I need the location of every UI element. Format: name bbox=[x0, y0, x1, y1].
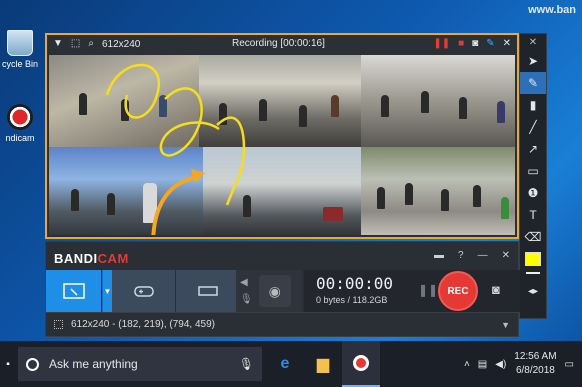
numbering-icon[interactable]: ❶ bbox=[520, 182, 546, 204]
menu-down-icon[interactable]: ▼ bbox=[53, 39, 63, 49]
cursor-icon[interactable]: ➤ bbox=[520, 50, 546, 72]
pause-icon[interactable]: ❚❚ bbox=[418, 283, 438, 297]
snapshot-icon[interactable]: ◙ bbox=[492, 282, 500, 297]
hdmi-icon bbox=[197, 286, 218, 296]
capture-size-label[interactable]: 612x240 bbox=[102, 39, 140, 50]
file-size-info: 0 bytes / 118.2GB bbox=[316, 295, 388, 305]
recording-timer: 00:00:00 bbox=[316, 274, 394, 293]
screen-rectangle-icon bbox=[62, 283, 85, 299]
expand-icon[interactable]: ◂▸ bbox=[520, 280, 546, 302]
pencil-icon[interactable]: ✎ bbox=[486, 39, 494, 49]
desktop-icon-label: ndicam bbox=[5, 133, 35, 143]
capture-window[interactable]: ▼ ⬚ ⌕ 612x240 Recording [00:00:16] ❚❚ ■ … bbox=[45, 33, 519, 239]
stop-icon[interactable]: ■ bbox=[458, 39, 464, 49]
color-swatch[interactable] bbox=[525, 252, 541, 266]
line-width-icon[interactable] bbox=[526, 272, 540, 274]
mode-dropdown[interactable]: ▼ bbox=[102, 270, 112, 312]
eraser-icon[interactable]: ⌫ bbox=[520, 226, 546, 248]
search-icon[interactable]: ⌕ bbox=[88, 39, 94, 49]
folder-icon[interactable]: ▬ bbox=[434, 250, 444, 261]
recycle-bin-icon bbox=[7, 30, 33, 56]
close-icon[interactable]: ✕ bbox=[520, 34, 546, 50]
notification-icon[interactable]: ▭ bbox=[565, 359, 574, 370]
region-status-text: 612x240 - (182, 219), (794, 459) bbox=[71, 319, 215, 330]
start-icon[interactable]: ▪ bbox=[0, 341, 16, 387]
video-preview bbox=[49, 55, 515, 235]
desktop-icon-recycle-bin[interactable]: cycle Bin bbox=[0, 30, 40, 69]
minimize-icon[interactable]: — bbox=[478, 250, 488, 261]
camera-icon[interactable]: ◙ bbox=[472, 39, 478, 49]
draw-toolbar[interactable]: ✕ ➤ ✎ ▮ ╱ ↗ ▭ ❶ T ⌫ ◂▸ bbox=[519, 33, 547, 319]
text-icon[interactable]: T bbox=[520, 204, 546, 226]
bandicam-status-bar[interactable]: 612x240 - (182, 219), (794, 459) ▼ bbox=[46, 312, 518, 336]
close-icon[interactable]: ✕ bbox=[502, 250, 510, 261]
gamepad-icon bbox=[133, 286, 154, 297]
bandicam-icon bbox=[7, 104, 33, 130]
rectangle-icon[interactable]: ▭ bbox=[520, 160, 546, 182]
clock-date: 6/8/2018 bbox=[515, 365, 555, 376]
webcam-icon[interactable]: ◉ bbox=[258, 275, 291, 307]
close-icon[interactable]: ✕ bbox=[503, 39, 511, 49]
capture-titlebar[interactable]: ▼ ⬚ ⌕ 612x240 Recording [00:00:16] ❚❚ ■ … bbox=[47, 35, 517, 53]
pen-icon[interactable]: ✎ bbox=[520, 72, 546, 94]
cortana-search-box[interactable]: Ask me anything 🎙 bbox=[18, 347, 262, 381]
arrow-icon[interactable]: ↗ bbox=[520, 138, 546, 160]
mode-selector[interactable]: ▼ bbox=[46, 270, 240, 312]
help-icon[interactable]: ? bbox=[458, 250, 464, 261]
volume-icon[interactable]: ◀) bbox=[495, 359, 506, 370]
audio-webcam-controls[interactable]: ◀ 🎙 ◉ bbox=[236, 270, 302, 312]
recording-info: 00:00:00 0 bytes / 118.2GB ❚❚ REC ◙ bbox=[304, 270, 520, 312]
region-icon bbox=[54, 320, 63, 329]
game-recording-mode-button[interactable] bbox=[112, 270, 176, 312]
device-recording-mode-button[interactable] bbox=[176, 270, 240, 312]
microphone-icon[interactable]: 🎙 bbox=[240, 294, 253, 305]
bandicam-logo: BANDICAM bbox=[54, 251, 129, 266]
watermark-text: www.ban bbox=[528, 4, 576, 16]
pen-drawing-overlay bbox=[105, 63, 246, 235]
desktop-icon-bandicam[interactable]: ndicam bbox=[0, 104, 40, 143]
cortana-icon bbox=[26, 357, 39, 371]
record-button[interactable]: REC bbox=[438, 271, 478, 311]
speaker-icon[interactable]: ◀ bbox=[240, 277, 253, 288]
system-tray[interactable]: ˄ ▤ ◀) 12:56 AM 6/8/2018 ▭ bbox=[464, 341, 574, 387]
pause-icon[interactable]: ❚❚ bbox=[433, 39, 450, 49]
network-icon[interactable]: ▤ bbox=[478, 359, 487, 370]
recording-status: Recording [00:00:16] bbox=[232, 38, 325, 49]
chevron-up-icon[interactable]: ˄ bbox=[464, 359, 470, 370]
clock-time: 12:56 AM bbox=[514, 351, 557, 362]
clock[interactable]: 12:56 AM 6/8/2018 bbox=[514, 350, 556, 378]
microphone-icon[interactable]: 🎙 bbox=[239, 357, 254, 371]
line-icon[interactable]: ╱ bbox=[520, 116, 546, 138]
fullscreen-icon[interactable]: ⬚ bbox=[71, 39, 80, 49]
highlighter-icon[interactable]: ▮ bbox=[520, 94, 546, 116]
taskbar[interactable]: ▪ Ask me anything 🎙 e ▆ ˄ ▤ ◀) 12:56 AM … bbox=[0, 341, 582, 387]
edge-icon[interactable]: e bbox=[266, 341, 304, 387]
bandicam-main-panel[interactable]: BANDICAM ▬ ? — ✕ ▼ ◀ 🎙 ◉ 00:00:00 0 byte… bbox=[45, 241, 520, 337]
screen-recording-mode-button[interactable] bbox=[46, 270, 102, 312]
file-explorer-icon[interactable]: ▆ bbox=[304, 341, 342, 387]
search-placeholder: Ask me anything bbox=[49, 357, 138, 371]
chevron-down-icon[interactable]: ▼ bbox=[501, 320, 510, 330]
bandicam-titlebar[interactable]: BANDICAM ▬ ? — ✕ bbox=[46, 242, 518, 270]
bandicam-taskbar-icon[interactable] bbox=[342, 341, 380, 387]
desktop-icon-label: cycle Bin bbox=[1, 59, 38, 69]
